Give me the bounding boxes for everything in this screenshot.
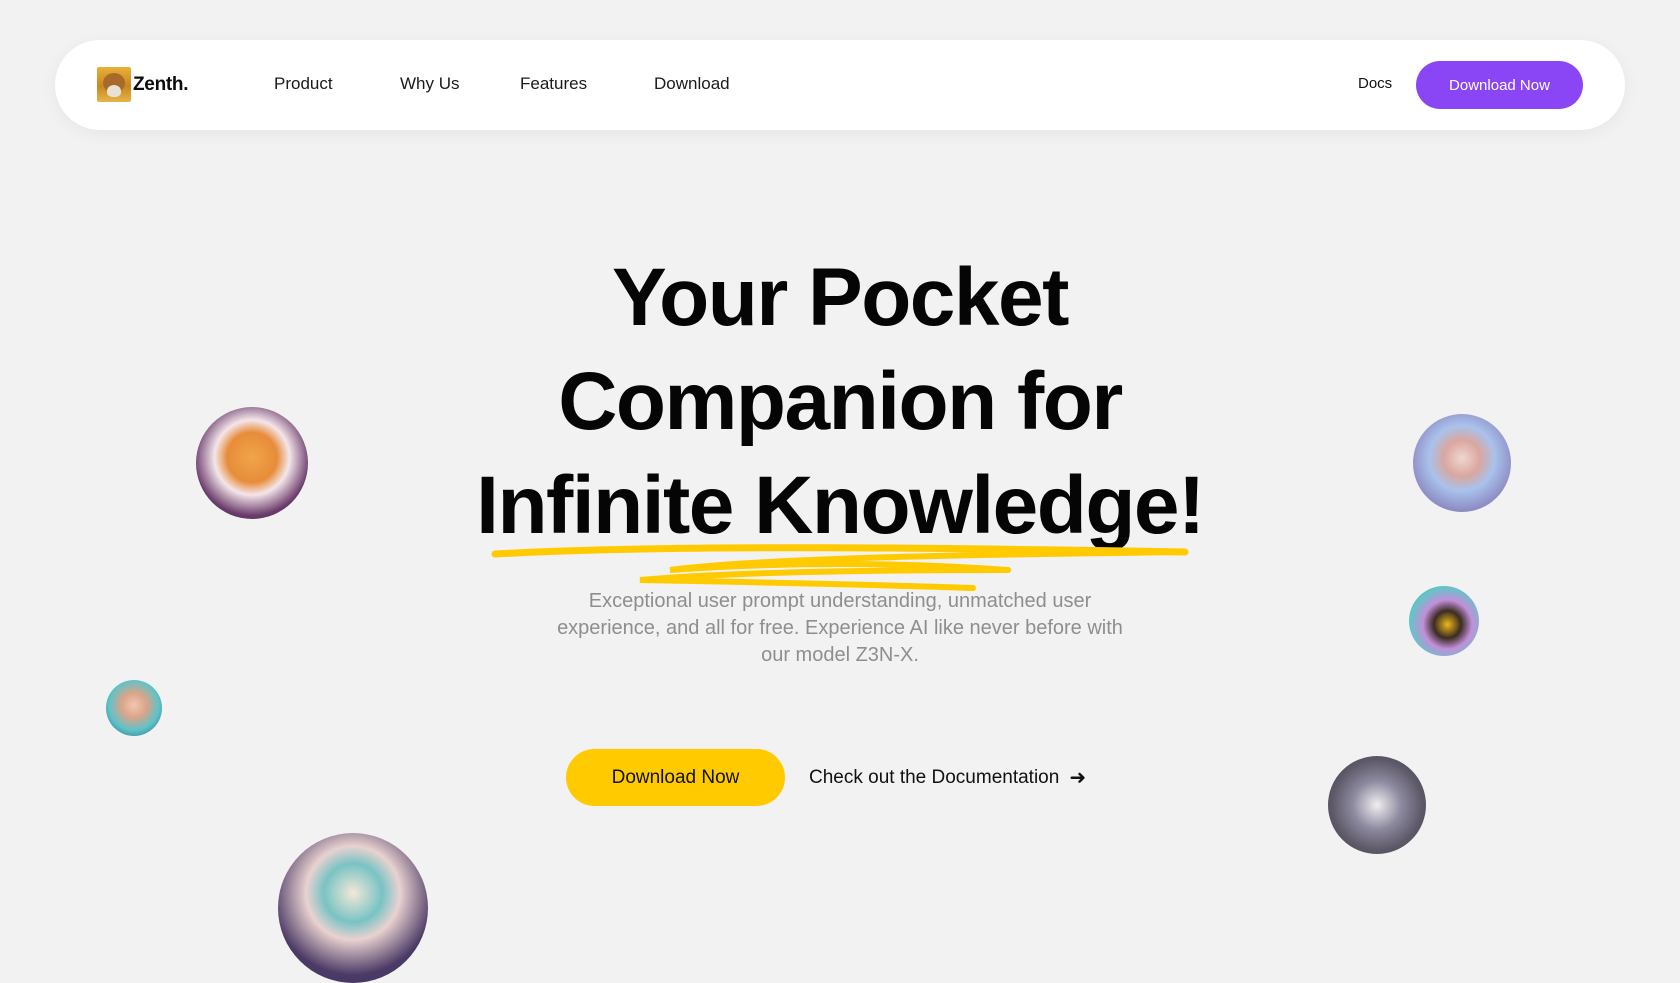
hero-subtitle: Exceptional user prompt understanding, u…: [557, 590, 1123, 666]
kitten-avatar: [106, 680, 162, 736]
nav-link-product[interactable]: Product: [274, 74, 333, 94]
nav-link-why-us[interactable]: Why Us: [400, 74, 460, 94]
brand-name: Zenth.: [133, 73, 189, 95]
arrow-right-icon: ➜: [1069, 767, 1087, 789]
nav-link-download[interactable]: Download: [654, 74, 730, 94]
fluffy-blue-avatar: [1413, 414, 1511, 512]
cat-avatar: [1328, 756, 1426, 854]
headline-line-2: Companion for: [558, 356, 1123, 447]
bee-avatar: [1409, 586, 1479, 656]
hero-download-now-button[interactable]: Download Now: [566, 749, 785, 806]
nav-link-docs[interactable]: Docs: [1358, 75, 1392, 92]
brand-logo[interactable]: Zenth.: [97, 67, 189, 102]
nav-link-features[interactable]: Features: [520, 74, 587, 94]
nav-download-now-button[interactable]: Download Now: [1416, 61, 1583, 109]
horned-creature-avatar: [278, 833, 428, 983]
top-navigation: Zenth. Product Why Us Features Download …: [55, 40, 1625, 130]
documentation-link-label: Check out the Documentation: [809, 766, 1060, 788]
lion-logo-icon: [97, 67, 131, 102]
headline-line-3: Infinite Knowledge!: [476, 460, 1205, 551]
headline-line-1: Your Pocket: [612, 252, 1069, 343]
documentation-link[interactable]: Check out the Documentation ➜: [809, 765, 1086, 790]
fox-avatar: [196, 407, 308, 519]
